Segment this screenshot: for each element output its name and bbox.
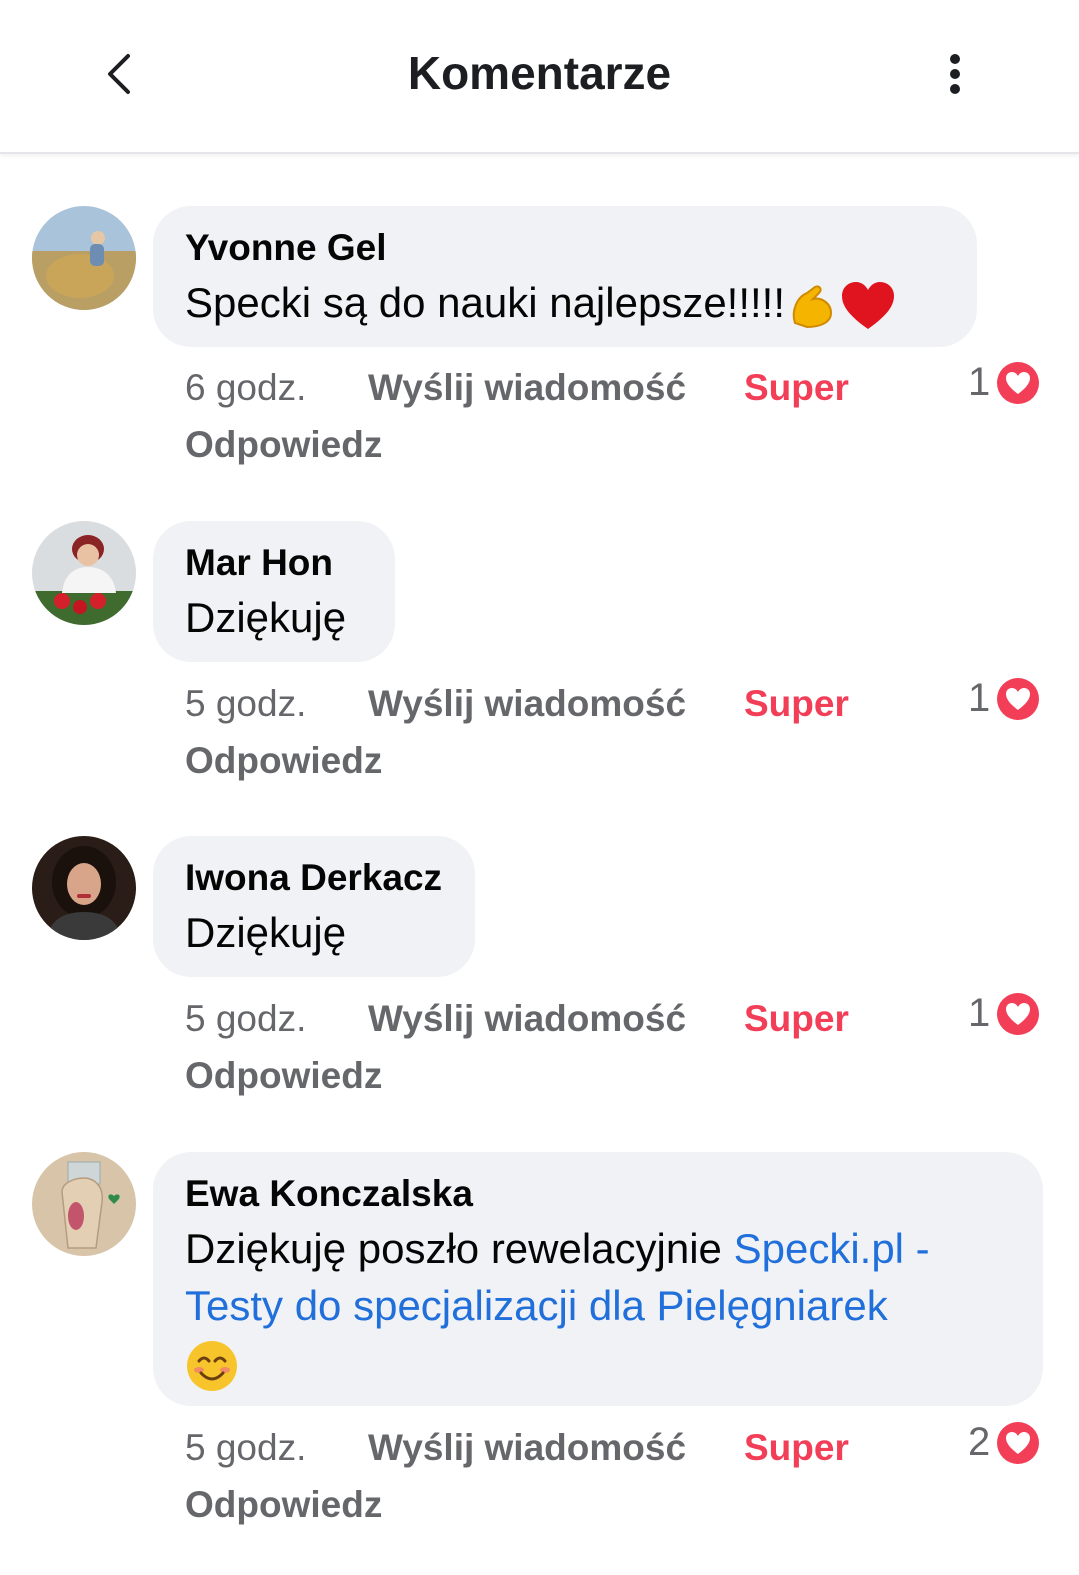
comment-text-content: Specki są do nauki najlepsze!!!!! <box>185 279 786 326</box>
comment-text: Dziękuję poszło rewelacyjnie Specki.pl -… <box>185 1220 1011 1393</box>
send-message-button[interactable]: Wyślij wiadomość <box>368 1420 686 1476</box>
send-message-button[interactable]: Wyślij wiadomość <box>368 991 686 1047</box>
reply-button[interactable]: Odpowiedz <box>185 733 382 789</box>
comment-author[interactable]: Iwona Derkacz <box>185 856 443 900</box>
comment-time: 5 godz. <box>185 998 307 1039</box>
reaction-count[interactable]: 2 <box>968 1420 1040 1465</box>
comment-text-content: Dziękuję poszło rewelacyjnie <box>185 1225 734 1272</box>
reply-button[interactable]: Odpowiedz <box>185 1048 382 1104</box>
super-reaction-button[interactable]: Super <box>744 1420 849 1476</box>
comment-bubble: Iwona Derkacz Dziękuję <box>153 836 475 977</box>
comment-text: Dziękuję <box>185 594 347 641</box>
reaction-count-value: 1 <box>968 360 991 404</box>
avatar[interactable] <box>32 521 136 625</box>
comment-author[interactable]: Ewa Konczalska <box>185 1172 1011 1216</box>
comment-author[interactable]: Mar Hon <box>185 541 363 585</box>
reaction-count-value: 1 <box>968 991 991 1035</box>
page-title: Komentarze <box>407 47 672 99</box>
reaction-count-value: 2 <box>968 1420 991 1464</box>
red-heart-emoji-icon <box>842 281 895 329</box>
comment-text: Specki są do nauki najlepsze!!!!! <box>185 274 945 333</box>
flexed-biceps-emoji-icon <box>792 285 833 328</box>
comment-author[interactable]: Yvonne Gel <box>185 226 945 270</box>
reaction-count[interactable]: 1 <box>968 991 1040 1036</box>
avatar[interactable] <box>32 1152 136 1256</box>
heart-reaction-icon <box>997 1421 1040 1464</box>
comment-text: Dziękuję <box>185 909 347 956</box>
send-message-button[interactable]: Wyślij wiadomość <box>368 676 686 732</box>
reaction-count[interactable]: 1 <box>968 360 1040 405</box>
smiling-face-emoji-icon <box>187 1340 237 1391</box>
comment-time: 5 godz. <box>185 683 307 724</box>
heart-reaction-icon <box>997 677 1040 720</box>
send-message-button[interactable]: Wyślij wiadomość <box>368 360 686 416</box>
more-options-button[interactable] <box>930 44 980 104</box>
reaction-count[interactable]: 1 <box>968 676 1040 721</box>
comment-time: 6 godz. <box>185 367 307 408</box>
super-reaction-button[interactable]: Super <box>744 676 849 732</box>
more-vertical-icon <box>950 54 960 94</box>
comment-bubble: Ewa Konczalska Dziękuję poszło rewelacyj… <box>153 1152 1043 1406</box>
avatar[interactable] <box>32 836 136 940</box>
heart-reaction-icon <box>997 992 1040 1035</box>
avatar[interactable] <box>32 206 136 310</box>
reply-button[interactable]: Odpowiedz <box>185 417 382 473</box>
super-reaction-button[interactable]: Super <box>744 991 849 1047</box>
reaction-count-value: 1 <box>968 676 991 720</box>
comment-bubble: Mar Hon Dziękuję <box>153 521 395 662</box>
reply-button[interactable]: Odpowiedz <box>185 1477 382 1533</box>
super-reaction-button[interactable]: Super <box>744 360 849 416</box>
heart-reaction-icon <box>997 361 1040 404</box>
comment-time: 5 godz. <box>185 1427 307 1468</box>
comment-bubble: Yvonne Gel Specki są do nauki najlepsze!… <box>153 206 977 347</box>
top-bar: Komentarze <box>0 0 1079 154</box>
